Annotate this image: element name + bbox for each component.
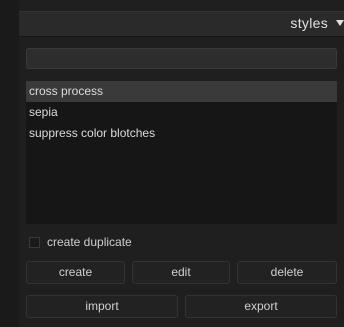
styles-list: cross process sepia suppress color blotc…	[26, 81, 337, 224]
list-item[interactable]: cross process	[26, 81, 337, 102]
triangle-down-icon[interactable]	[336, 20, 344, 26]
styles-title[interactable]: styles	[290, 15, 328, 31]
create-duplicate-label: create duplicate	[47, 235, 132, 249]
styles-panel: styles cross process sepia suppress colo…	[19, 0, 344, 327]
list-item[interactable]: suppress color blotches	[26, 123, 337, 144]
create-button[interactable]: create	[26, 261, 125, 284]
export-button[interactable]: export	[185, 295, 337, 318]
search-field[interactable]	[26, 48, 337, 69]
list-item[interactable]: sepia	[26, 102, 337, 123]
create-duplicate-option[interactable]: create duplicate	[26, 234, 226, 252]
edit-button[interactable]: edit	[132, 261, 230, 284]
search-input[interactable]	[27, 49, 336, 68]
import-button[interactable]: import	[26, 295, 178, 318]
create-duplicate-checkbox[interactable]	[29, 237, 40, 248]
styles-header[interactable]: styles	[19, 11, 344, 37]
delete-button[interactable]: delete	[237, 261, 337, 284]
